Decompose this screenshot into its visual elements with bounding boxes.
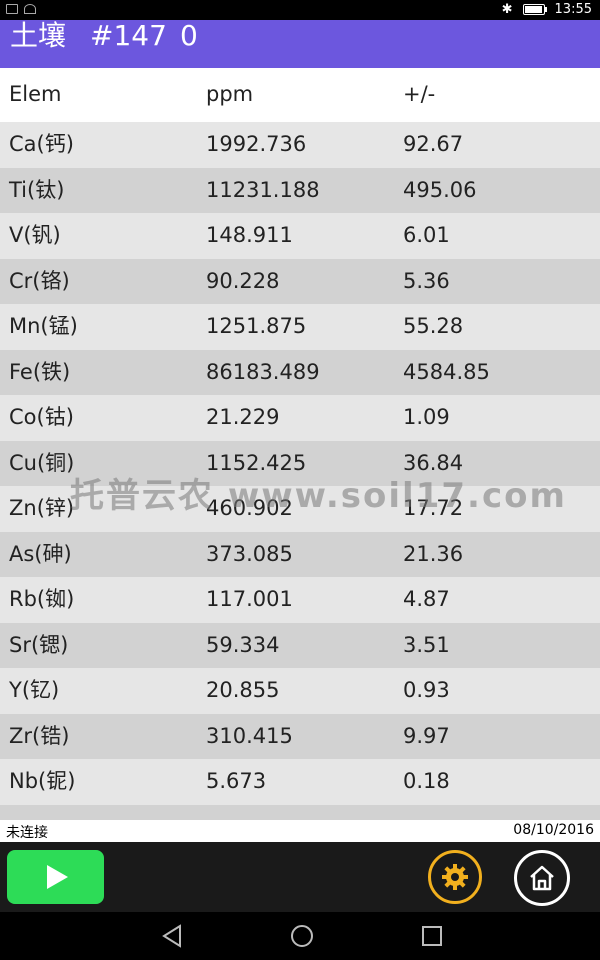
error-cell: 92.67 xyxy=(403,132,464,156)
element-cell: As(砷) xyxy=(9,541,72,566)
table-row: Y(钇) 20.855 0.93 xyxy=(0,668,600,714)
ppm-cell: 310.415 xyxy=(206,723,293,748)
table-row: Co(钴) 21.229 1.09 xyxy=(0,395,600,441)
table-row: Fe(铁) 86183.489 4584.85 xyxy=(0,349,600,395)
table-row xyxy=(0,804,600,820)
ppm-cell: 11231.188 xyxy=(206,177,320,202)
back-icon[interactable] xyxy=(160,924,186,948)
table-row: V(钒) 148.911 6.01 xyxy=(0,213,600,259)
table-row: Cr(铬) 90.228 5.36 xyxy=(0,258,600,304)
element-cell: Zn(锌) xyxy=(9,496,75,520)
error-cell: 5.36 xyxy=(403,268,450,293)
error-cell: 9.97 xyxy=(403,723,450,748)
error-cell: 3.51 xyxy=(403,632,450,657)
error-cell: 4.87 xyxy=(403,587,450,611)
action-bar xyxy=(0,842,600,912)
keyboard-icon xyxy=(6,4,18,14)
table-row: Rb(铷) 117.001 4.87 xyxy=(0,577,600,623)
home-nav-icon[interactable] xyxy=(289,924,315,948)
wifi-icon xyxy=(24,4,36,14)
ppm-cell: 1992.736 xyxy=(206,132,307,156)
element-cell: Cu(铜) xyxy=(9,450,75,475)
element-cell: Mn(锰) xyxy=(9,314,78,338)
ppm-cell: 21.229 xyxy=(206,405,280,429)
ppm-cell: 90.228 xyxy=(206,268,280,293)
table-row: Nb(铌) 5.673 0.18 xyxy=(0,759,600,805)
table-row: Sr(锶) 59.334 3.51 xyxy=(0,622,600,668)
error-cell: 495.06 xyxy=(403,177,477,202)
system-nav-bar xyxy=(0,912,600,960)
error-cell: 4584.85 xyxy=(403,359,490,384)
column-header-elem: Elem xyxy=(9,82,62,106)
ppm-cell: 373.085 xyxy=(206,541,293,566)
table-row: Mn(锰) 1251.875 55.28 xyxy=(0,304,600,350)
ppm-cell: 148.911 xyxy=(206,223,293,247)
gear-icon xyxy=(442,864,468,890)
error-cell: 55.28 xyxy=(403,314,464,338)
table-row: As(砷) 373.085 21.36 xyxy=(0,531,600,577)
notification-icons xyxy=(6,4,36,14)
sample-count: 0 xyxy=(180,19,198,52)
element-cell: Cr(铬) xyxy=(9,268,70,293)
clock: 13:55 xyxy=(554,2,592,17)
table-row: Zr(锆) 310.415 9.97 xyxy=(0,713,600,759)
element-cell: Y(钇) xyxy=(9,678,60,702)
element-cell: Ti(钛) xyxy=(9,177,65,202)
error-cell: 0.18 xyxy=(403,769,450,793)
battery-icon xyxy=(522,4,547,15)
ppm-cell: 59.334 xyxy=(206,632,280,657)
element-cell: Nb(铌) xyxy=(9,769,76,793)
sample-id: #147 xyxy=(90,19,167,52)
error-cell: 1.09 xyxy=(403,405,450,429)
footer-status-bar: 未连接 08/10/2016 xyxy=(0,820,600,842)
column-header-ppm: ppm xyxy=(206,82,254,106)
table-row: Ti(钛) 11231.188 495.06 xyxy=(0,167,600,213)
element-cell: Zr(锆) xyxy=(9,723,70,748)
date-label: 08/10/2016 xyxy=(513,822,594,838)
ppm-cell: 86183.489 xyxy=(206,359,320,384)
element-cell: Co(钴) xyxy=(9,405,74,429)
home-icon xyxy=(530,865,554,891)
home-button[interactable] xyxy=(514,850,570,906)
ppm-cell: 20.855 xyxy=(206,678,280,702)
element-cell: Rb(铷) xyxy=(9,587,75,611)
element-cell: V(钒) xyxy=(9,223,61,247)
recent-apps-icon[interactable] xyxy=(420,924,444,948)
settings-button[interactable] xyxy=(428,850,482,904)
page-title: 土壤 xyxy=(10,19,67,52)
column-header-error: +/- xyxy=(403,82,436,106)
start-button[interactable] xyxy=(7,850,104,904)
status-bar: ✱ 13:55 xyxy=(0,0,600,20)
ppm-cell: 5.673 xyxy=(206,769,267,793)
app-header: 土壤 #147 0 xyxy=(0,20,600,68)
element-cell: Sr(锶) xyxy=(9,632,69,657)
table-row: Ca(钙) 1992.736 92.67 xyxy=(0,122,600,168)
error-cell: 21.36 xyxy=(403,541,464,566)
error-cell: 0.93 xyxy=(403,678,450,702)
ppm-cell: 1251.875 xyxy=(206,314,307,338)
element-cell: Fe(铁) xyxy=(9,359,71,384)
play-icon xyxy=(46,865,68,889)
watermark: 托普云农 www.soil17.com xyxy=(70,476,567,516)
connection-status: 未连接 xyxy=(6,825,48,841)
ppm-cell: 117.001 xyxy=(206,587,293,611)
bluetooth-icon: ✱ xyxy=(501,2,513,17)
table-header: Elem ppm +/- xyxy=(0,68,600,117)
error-cell: 6.01 xyxy=(403,223,450,247)
element-cell: Ca(钙) xyxy=(9,132,74,156)
